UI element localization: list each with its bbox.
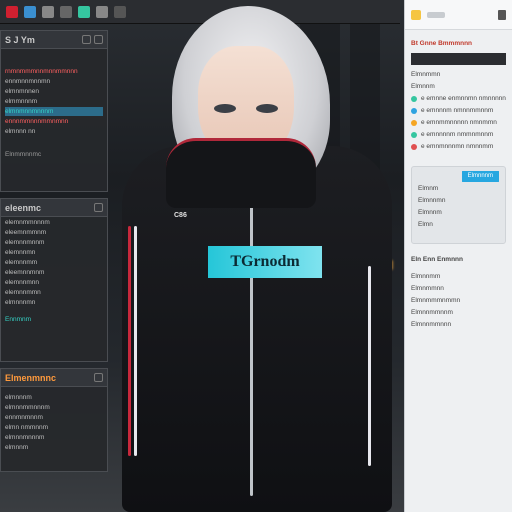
right-list-item[interactable]: Elmnnmmnnn (411, 319, 506, 330)
menu-icon[interactable] (498, 9, 506, 20)
right-list-item[interactable]: e emnmnnnmn nmnnmm (411, 141, 506, 152)
right-panel: Bt Gnne Bmmmnnn Elmnmmn Elmnnm e emnne e… (404, 0, 512, 512)
status-dot (411, 95, 417, 102)
folder-icon[interactable] (411, 9, 421, 20)
item-label: e emnmnnnmn nmnnmm (421, 143, 494, 150)
list-item[interactable]: elmnmnnen (5, 87, 103, 96)
panel-header: S J Ym (1, 31, 107, 49)
close-icon[interactable] (94, 203, 103, 212)
property-row[interactable]: Elmnnm (418, 207, 499, 218)
sleeve-logo: C86 (174, 212, 187, 219)
item-label: e emnne enmnnmn nmnnnnn (421, 95, 506, 102)
property-row[interactable]: Elmnm (418, 183, 499, 194)
list-item[interactable]: rnmnmmmnnmnnmmnnn (5, 67, 103, 76)
view-icon[interactable] (60, 5, 72, 18)
panel-footer: Elnmmnnmc (5, 151, 42, 158)
character-illustration: C86 TGrnodm (110, 6, 402, 512)
eye (256, 104, 278, 113)
list-item[interactable]: ennmnmnnm (5, 413, 103, 422)
list-item[interactable]: elmn nmmnnm (5, 423, 103, 432)
list-item[interactable]: elmmnnnm (5, 97, 103, 106)
panel-footer: Ennmnm (5, 316, 32, 323)
right-list-item[interactable]: Elmnmmmnmmn (411, 295, 506, 306)
list-item[interactable]: elemnnmm (5, 258, 103, 267)
list-item-selected[interactable]: elmnmnnmnnnm (5, 107, 103, 116)
list-item[interactable]: elemnnmn (5, 248, 103, 257)
left-panel-3: Elmenmnnc elmnnnm elmnnmmnnnm ennmnmnnm … (0, 368, 108, 472)
minimize-icon[interactable] (82, 35, 91, 44)
section-header: Eln Enn Enmnnn (411, 256, 463, 263)
layer-icon[interactable] (78, 5, 90, 18)
list-item[interactable]: elemnnmmn (5, 288, 103, 297)
right-list-item[interactable]: e emnnnnm nmmnmnnm (411, 129, 506, 140)
right-list-item[interactable]: e emnnnm nmnnmmnnm (411, 105, 506, 116)
status-dot (411, 131, 417, 138)
list-item[interactable]: elmnnm (5, 443, 103, 452)
right-list-item[interactable]: Elmnmmn (411, 69, 506, 80)
right-list-item[interactable]: Elmnmmnn (411, 283, 506, 294)
apply-button[interactable]: Elmnnnm (461, 171, 499, 182)
file-icon[interactable] (24, 5, 36, 18)
list-item[interactable]: elemnnmnn (5, 278, 103, 287)
panel-header: eleenmc (1, 199, 107, 217)
right-list-item[interactable]: Elmnnmm (411, 271, 506, 282)
properties-box: Elmnnnm Elmnm Elmnnmn Elmnnm Elmn (411, 166, 506, 244)
right-list-item[interactable]: e emnne enmnnmn nmnnnnn (411, 93, 506, 104)
jacket-stripe (128, 226, 131, 456)
close-icon[interactable] (94, 35, 103, 44)
jacket-stripe (368, 266, 371, 466)
right-panel-dark-bar (411, 53, 506, 65)
panel-title: eleenmc (5, 202, 42, 213)
list-item[interactable]: elmnnnmn (5, 298, 103, 307)
right-panel-title: Bt Gnne Bmmmnnn (411, 40, 473, 47)
panel-title: S J Ym (5, 34, 35, 45)
property-row[interactable]: Elmnnmn (418, 195, 499, 206)
list-item[interactable]: elemnmmnnnm (5, 218, 103, 227)
list-item[interactable]: elmnnn nn (5, 127, 103, 136)
status-dot (411, 143, 417, 150)
item-label: e emnmmnnnnn nmnmmn (421, 119, 497, 126)
status-dot (411, 107, 417, 114)
panel-title: Elmenmnnc (5, 372, 57, 383)
panel-header: Elmenmnnc (1, 369, 107, 387)
right-list-item[interactable]: Elmnnm (411, 81, 506, 92)
left-panel-1: S J Ym rnmnmmmnnmnnmmnnn ennmnnmnnmn elm… (0, 30, 108, 192)
list-item[interactable]: elemnnmnnm (5, 238, 103, 247)
property-row[interactable]: Elmn (418, 219, 499, 230)
brush-icon[interactable] (96, 5, 108, 18)
right-panel-toolbar (405, 0, 512, 30)
hood-collar (166, 138, 316, 208)
list-item[interactable]: eleemnmmnm (5, 228, 103, 237)
list-item[interactable]: ennmnnmnnmn (5, 77, 103, 86)
item-label: e emnnnm nmnnmmnnm (421, 107, 494, 114)
right-list-item[interactable]: e emnmmnnnnn nmnmmn (411, 117, 506, 128)
left-panel-2: eleenmc elemnmmnnnm eleemnmmnm elemnnmnn… (0, 198, 108, 362)
item-label: e emnnnnm nmmnmnnm (421, 131, 494, 138)
chest-label: TGrnodm (208, 246, 322, 278)
list-item[interactable]: elmnnmnnnm (5, 433, 103, 442)
close-icon[interactable] (94, 373, 103, 382)
list-item[interactable]: eleemnnmnm (5, 268, 103, 277)
edit-icon[interactable] (42, 5, 54, 18)
app-icon[interactable] (6, 5, 18, 18)
pin-icon[interactable] (427, 11, 445, 18)
right-list-item[interactable]: Elmnnmmnnm (411, 307, 506, 318)
list-item[interactable]: ennnmmnnnmmnmnn (5, 117, 103, 126)
jacket-stripe (134, 226, 137, 456)
status-dot (411, 119, 417, 126)
eye (214, 104, 236, 113)
list-item[interactable]: elmnnmmnnnm (5, 403, 103, 412)
list-item[interactable]: elmnnnm (5, 393, 103, 402)
